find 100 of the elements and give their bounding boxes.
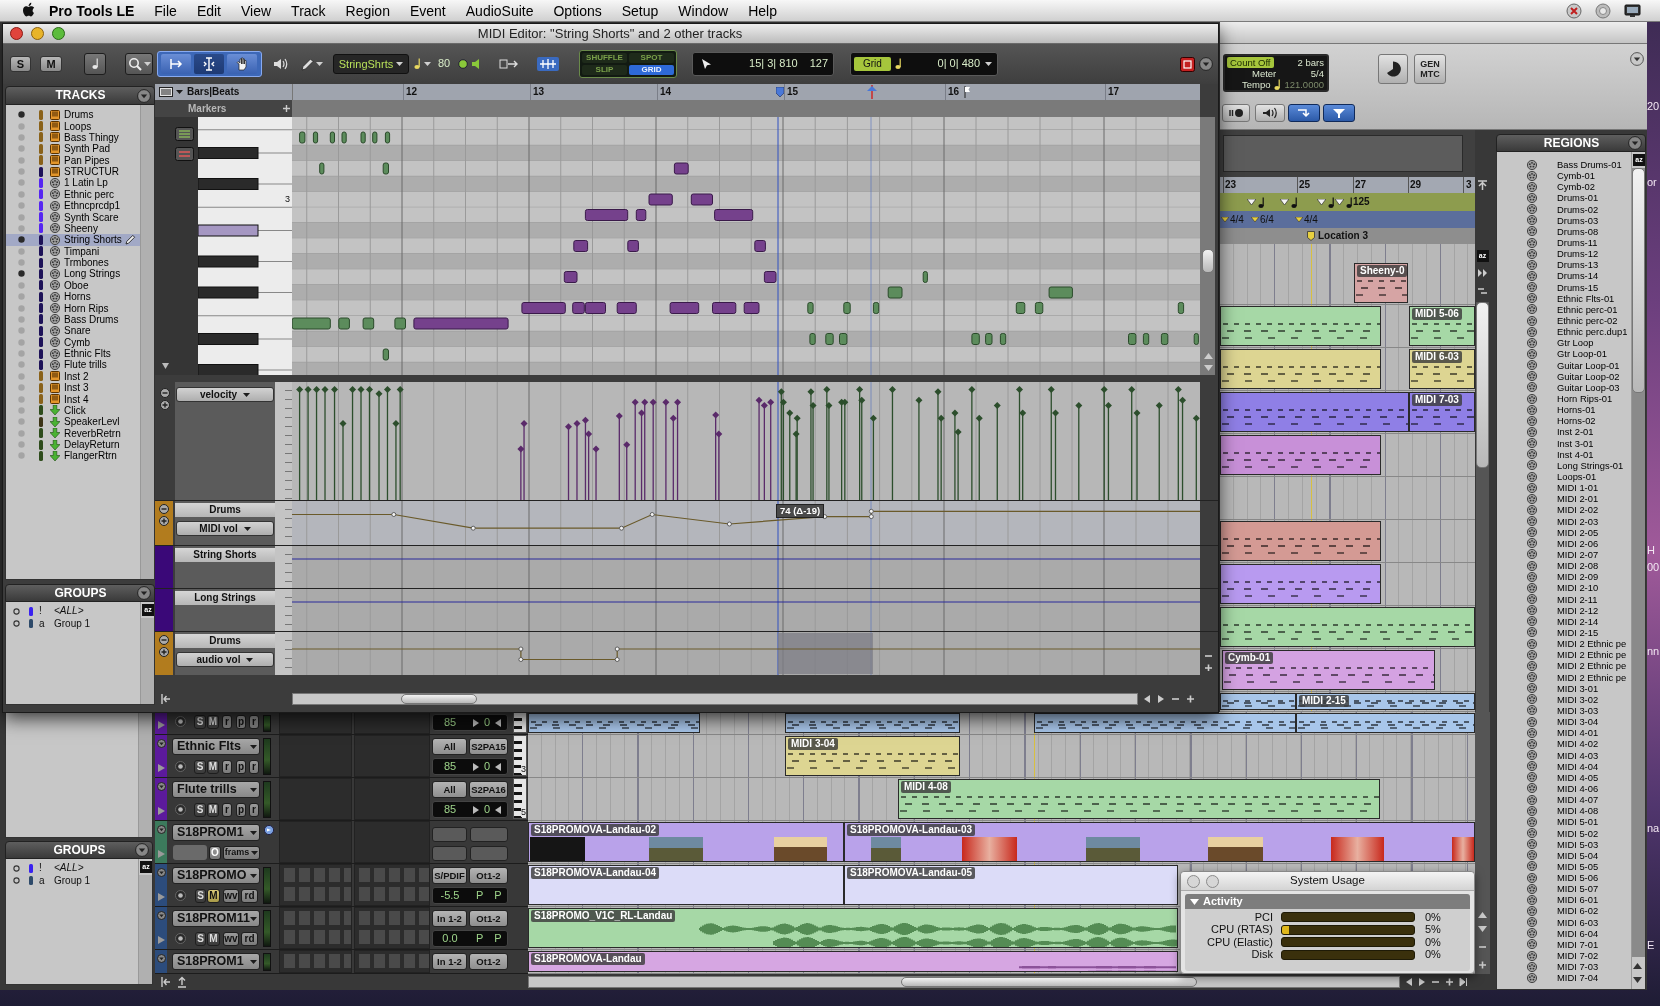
midi-note[interactable] <box>1193 333 1199 345</box>
audio-region[interactable]: S18PROMO_V1C_RL-Landau <box>528 908 1178 948</box>
midi-note[interactable] <box>673 162 689 175</box>
midi-note[interactable] <box>360 131 366 144</box>
midi-region[interactable] <box>528 713 700 733</box>
midi-note[interactable] <box>809 333 816 345</box>
region-list-item[interactable]: MIDI 3-04 <box>1497 716 1631 728</box>
midi-note[interactable] <box>648 193 673 206</box>
region-list-item[interactable]: MIDI 5-06 <box>1497 872 1631 884</box>
midi-region[interactable] <box>1220 349 1381 389</box>
output-button[interactable]: Ot1-2 <box>469 867 508 884</box>
track-name-button[interactable]: S18PROM1 <box>172 953 260 970</box>
show-toggle-dot[interactable] <box>18 270 25 278</box>
track-list-item[interactable]: ReverbRetrn <box>6 427 140 439</box>
show-toggle-dot[interactable] <box>18 372 25 380</box>
horizontal-scrollbar[interactable] <box>292 692 1138 705</box>
track-list-item[interactable]: DelayReturn <box>6 438 140 451</box>
region-list-item[interactable]: Ethnic perc-01 <box>1497 303 1631 315</box>
track-list-item[interactable]: STRUCTUR <box>6 165 140 178</box>
midi-note[interactable] <box>384 131 391 144</box>
output-button[interactable]: S2PA15 <box>469 738 508 755</box>
midi-note[interactable] <box>825 333 834 345</box>
midi-note[interactable] <box>971 333 980 345</box>
expand-triangle-icon[interactable] <box>157 893 165 901</box>
collapse-icon[interactable] <box>156 782 166 791</box>
track-list-item[interactable]: Click <box>6 404 140 417</box>
meter-marker-icon[interactable] <box>1251 217 1259 222</box>
group-name[interactable]: Group 1 <box>54 617 91 630</box>
show-toggle-dot[interactable] <box>18 350 25 358</box>
meter-marker-icon[interactable] <box>1221 217 1229 222</box>
region-list-item[interactable]: Horn Rips-01 <box>1497 392 1631 405</box>
zoom-in-icon[interactable] <box>1203 663 1212 671</box>
midi-note[interactable] <box>584 209 629 221</box>
region-list-item[interactable]: Gtr Loop <box>1497 337 1631 349</box>
region-list-item[interactable]: MIDI 2-01 <box>1497 493 1631 505</box>
region-list-item[interactable]: MIDI 4-08 <box>1497 805 1631 817</box>
note-button[interactable] <box>84 53 106 75</box>
mini-keyboard[interactable]: 5 <box>513 778 527 819</box>
mini-keyboard[interactable] <box>513 712 527 733</box>
region-list-item[interactable]: MIDI 2 Ethnic pe <box>1497 671 1631 683</box>
show-toggle-dot[interactable] <box>18 202 25 210</box>
show-toggle-dot[interactable] <box>18 236 25 244</box>
show-toggle-dot[interactable] <box>18 247 25 255</box>
region-list-item[interactable]: Inst 2-01 <box>1497 426 1631 438</box>
vertical-scrollbar[interactable] <box>1200 117 1215 375</box>
vertical-scrollbar[interactable] <box>1475 712 1490 974</box>
region-list-item[interactable]: MIDI 4-03 <box>1497 749 1631 761</box>
region-list-item[interactable]: MIDI 2-15 <box>1497 626 1631 639</box>
edit-mode-button[interactable]: SLIP <box>582 65 627 75</box>
arrow-icon[interactable] <box>499 57 519 71</box>
edit-mode-button[interactable]: SHUFFLE <box>582 53 627 63</box>
apple-logo-icon[interactable] <box>21 2 36 19</box>
region-list-item[interactable]: MIDI 4-06 <box>1497 782 1631 794</box>
midi-note[interactable] <box>572 302 585 314</box>
midi-note[interactable] <box>1177 302 1185 314</box>
region-list-item[interactable]: MIDI 6-04 <box>1497 927 1631 939</box>
midi-region[interactable] <box>1220 392 1409 432</box>
audio-region[interactable]: S18PROMOVA-Landau <box>528 951 1178 972</box>
region-list-item[interactable]: MIDI 2-08 <box>1497 560 1631 572</box>
midi-region[interactable] <box>1220 564 1381 604</box>
region-list-item[interactable]: Gtr Loop-01 <box>1497 348 1631 360</box>
sync-button[interactable]: GEN MTC <box>1414 54 1446 84</box>
midi-region[interactable] <box>1220 693 1296 710</box>
midi-note[interactable] <box>635 209 647 221</box>
region-list-item[interactable]: Drums-15 <box>1497 281 1631 293</box>
region-list-item[interactable]: Drums-12 <box>1497 248 1631 260</box>
track-list-item[interactable]: String Shorts <box>6 234 140 246</box>
region-list-item[interactable]: MIDI 2 Ethnic pe <box>1497 660 1631 672</box>
record-button[interactable] <box>175 890 186 901</box>
toolbar-button[interactable] <box>1323 104 1355 122</box>
ring-status-icon[interactable] <box>1595 2 1611 19</box>
scroll-up-icon[interactable] <box>1632 961 1643 971</box>
midi-note[interactable] <box>394 317 406 330</box>
track-option-button[interactable]: r <box>249 802 259 817</box>
scroll-left-icon[interactable] <box>1143 693 1151 704</box>
show-toggle-dot[interactable] <box>18 384 25 392</box>
tempo-marker-icon[interactable] <box>1335 199 1344 205</box>
scroll-down-icon[interactable] <box>162 363 169 369</box>
lane-control-dropdown[interactable]: audio vol <box>176 652 274 667</box>
midi-note[interactable] <box>584 302 606 314</box>
track-name-button[interactable]: S18PROM1 <box>172 824 260 841</box>
midi-note[interactable] <box>872 302 880 314</box>
show-toggle-dot[interactable] <box>18 452 25 460</box>
region-list-item[interactable]: Drums-01 <box>1497 192 1631 204</box>
region-list-item[interactable]: Ethnic perc-02 <box>1497 314 1631 327</box>
region-list-item[interactable]: Drums-02 <box>1497 203 1631 215</box>
vertical-scrollbar[interactable] <box>139 875 152 984</box>
show-toggle-dot[interactable] <box>18 281 25 289</box>
group-name[interactable]: <ALL> <box>54 862 84 875</box>
menu-item[interactable]: Edit <box>186 0 231 21</box>
menu-item[interactable]: Options <box>543 0 612 21</box>
region-list-item[interactable]: MIDI 2-05 <box>1497 526 1631 538</box>
minimize-button[interactable] <box>31 27 44 40</box>
region-list-item[interactable]: MIDI 2 Ethnic pe <box>1497 638 1631 650</box>
scroll-down-icon[interactable] <box>1632 975 1643 985</box>
lane-control-dropdown[interactable]: MIDI vol <box>176 521 274 536</box>
track-list-item[interactable]: Ethnic perc <box>6 188 140 200</box>
track-list-item[interactable]: Pan Pipes <box>6 154 140 166</box>
track-option-button[interactable]: wv <box>223 888 239 903</box>
show-toggle-dot[interactable] <box>18 293 25 301</box>
